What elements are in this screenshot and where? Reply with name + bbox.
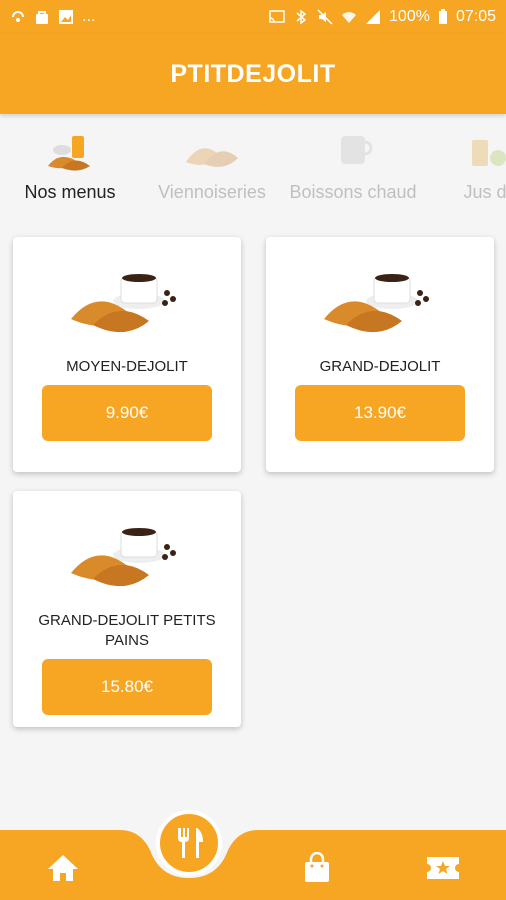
mute-icon (317, 9, 333, 25)
product-name: GRAND-DEJOLIT (319, 358, 441, 375)
bluetooth-icon (296, 9, 307, 25)
breakfast-photo (71, 528, 176, 587)
image-notification-icon (59, 10, 73, 24)
category-carousel[interactable]: Nos menus Viennoiseries Boissons chaud J… (0, 122, 506, 222)
shopping-bag-icon (305, 852, 329, 882)
breakfast-photo (324, 274, 429, 333)
price-button[interactable]: 13.90€ (295, 385, 465, 441)
category-boissons-chaud[interactable]: Boissons chaud (280, 122, 426, 203)
bag-notification-icon (36, 11, 48, 24)
category-viennoiseries[interactable]: Viennoiseries (150, 122, 274, 203)
category-label: Boissons chaud (289, 182, 417, 202)
category-jus[interactable]: Jus de (440, 122, 506, 203)
cast-icon (269, 10, 285, 23)
price-button[interactable]: 15.80€ (42, 659, 212, 715)
product-card[interactable]: GRAND-DEJOLIT 13.90€ (266, 237, 494, 472)
wifi-icon (342, 12, 357, 23)
status-dots: ... (82, 8, 96, 25)
category-label: Nos menus (24, 182, 116, 202)
status-bar: ... 100% 07:05 (0, 0, 506, 34)
app-title: PTITDEJOLIT (170, 59, 336, 88)
home-icon (48, 855, 78, 881)
battery-level: 100% (389, 8, 430, 25)
category-label: Viennoiseries (158, 182, 266, 202)
product-card[interactable]: MOYEN-DEJOLIT 9.90€ (13, 237, 241, 472)
notification-icon (12, 11, 24, 22)
product-name: MOYEN-DEJOLIT (66, 358, 188, 375)
nav-cart[interactable] (287, 838, 347, 898)
signal-icon (366, 10, 381, 24)
category-nos-menus[interactable]: Nos menus (18, 122, 122, 203)
fork-knife-icon (178, 828, 203, 858)
hot-drink-icon (341, 136, 373, 164)
product-card[interactable]: GRAND-DEJOLIT PETITS PAINS 15.80€ (13, 491, 241, 727)
bottom-navigation (0, 810, 506, 900)
ticket-star-icon (427, 857, 459, 879)
nav-loyalty[interactable] (413, 838, 473, 898)
category-label: Jus de (463, 182, 506, 202)
nav-menus[interactable] (156, 810, 222, 876)
app-bar: PTITDEJOLIT (0, 34, 506, 114)
juice-icon (472, 140, 506, 166)
clock: 07:05 (455, 8, 496, 25)
battery-icon (438, 9, 447, 24)
nav-home[interactable] (33, 838, 93, 898)
breakfast-photo (71, 274, 176, 333)
menu-breakfast-icon (48, 136, 90, 171)
pastry-icon (186, 148, 238, 167)
product-name: GRAND-DEJOLIT PETITS PAINS (38, 612, 216, 649)
price-button[interactable]: 9.90€ (42, 385, 212, 441)
